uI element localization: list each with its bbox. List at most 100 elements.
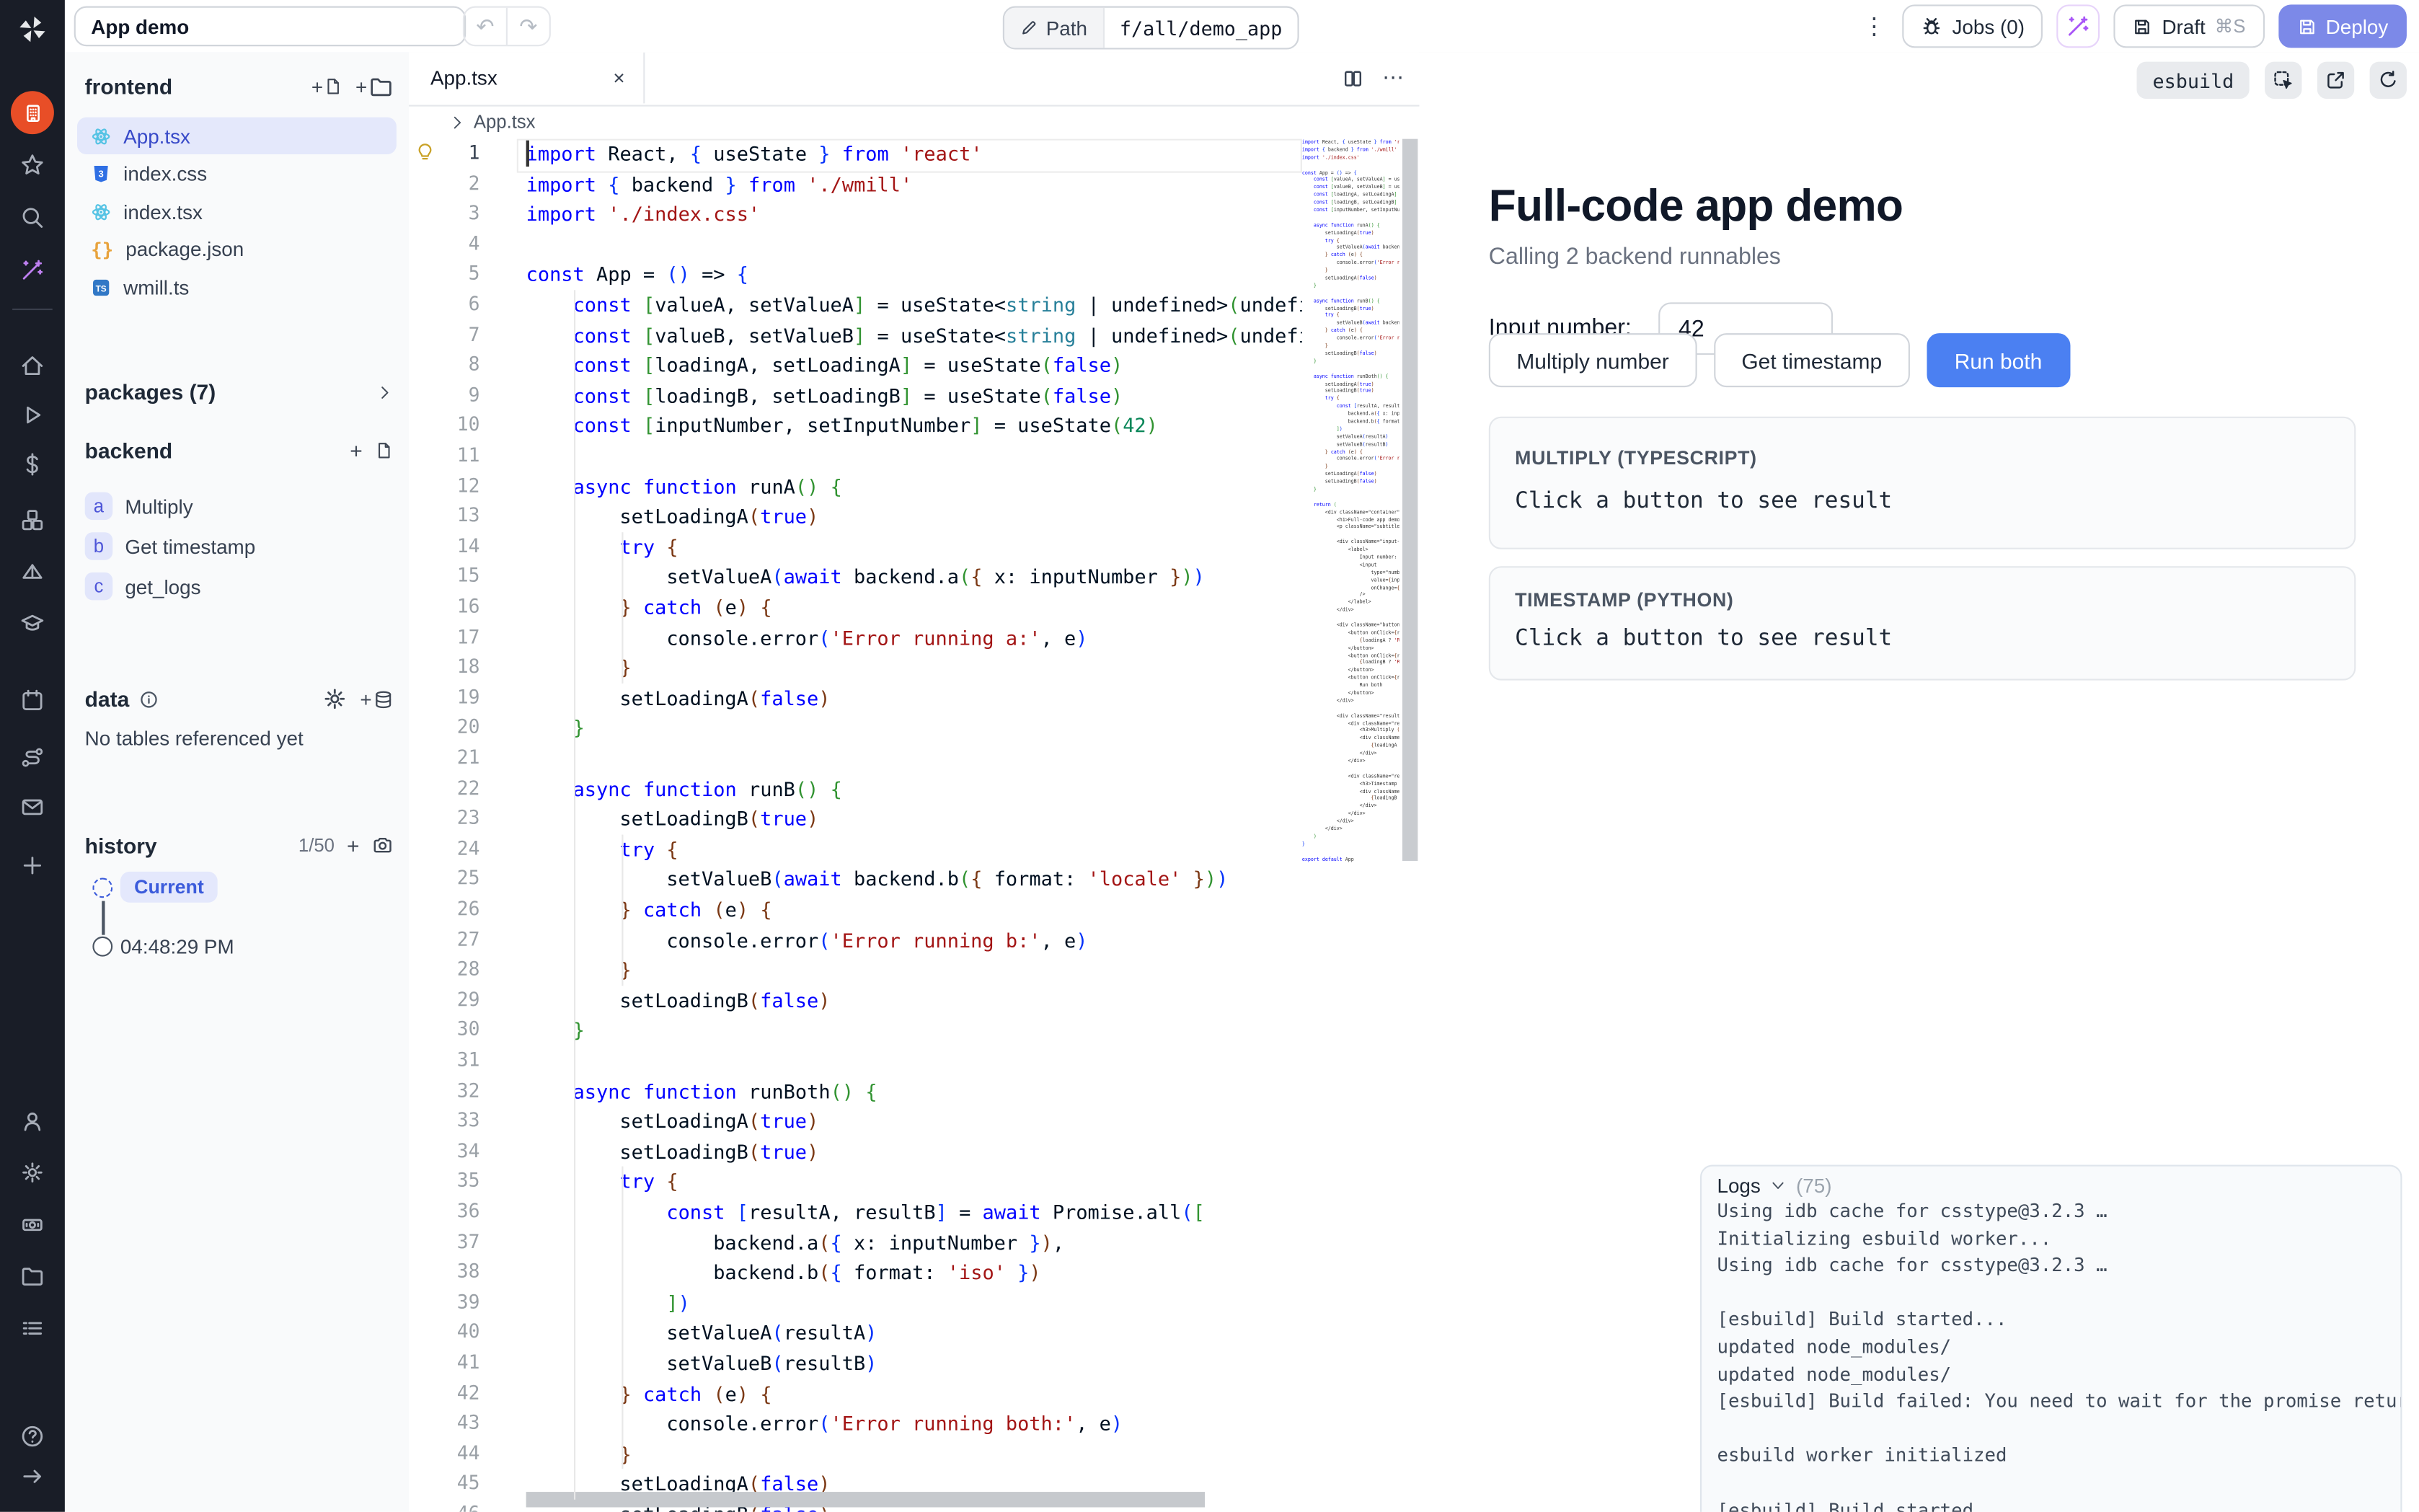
rail-item-help[interactable] <box>0 1424 65 1449</box>
file-item-index.css[interactable]: 3 index.css <box>77 155 397 192</box>
get-timestamp-button[interactable]: Get timestamp <box>1714 333 1910 387</box>
file-item-wmill.ts[interactable]: TSwmill.ts <box>77 268 397 305</box>
rail-item-home[interactable] <box>0 353 65 378</box>
add-table-button[interactable]: + <box>360 687 393 710</box>
rail-item-mail[interactable] <box>0 795 65 819</box>
editor-vertical-scrollbar[interactable] <box>1401 139 1420 1512</box>
rail-item-folder[interactable] <box>0 1263 65 1288</box>
file-item-App.tsx[interactable]: App.tsx <box>77 118 397 154</box>
rail-item-prism[interactable] <box>0 560 65 585</box>
file-name: index.css <box>123 162 207 185</box>
more-menu-button[interactable]: ⋮ <box>1859 14 1889 37</box>
rail-item-search[interactable] <box>0 205 65 230</box>
logs-output[interactable]: Using idb cache for csstype@3.2.3 … Init… <box>1702 1199 2400 1512</box>
path-edit-segment[interactable]: Path <box>1004 8 1105 48</box>
code-line-30: } <box>526 1016 1302 1046</box>
rail-item-list[interactable] <box>0 1316 65 1340</box>
multiply-number-button[interactable]: Multiply number <box>1489 333 1697 387</box>
code-line-16: } catch (e) { <box>526 593 1302 623</box>
left-icon-rail <box>0 0 65 1512</box>
rail-item-workers[interactable] <box>0 1213 65 1237</box>
esbuild-badge: esbuild <box>2137 62 2250 99</box>
rail-item-play[interactable] <box>0 402 65 427</box>
minimap[interactable]: import React, { useState } from 'react'i… <box>1302 139 1399 1512</box>
rail-item-workspace-building[interactable] <box>0 91 65 134</box>
split-view-icon[interactable] <box>1343 67 1364 89</box>
rail-divider <box>12 309 53 310</box>
folder-icon <box>20 1263 45 1288</box>
redo-button[interactable]: ↷ <box>506 8 549 45</box>
history-count: 1/50 <box>298 835 335 857</box>
deploy-button[interactable]: Deploy <box>2278 4 2407 48</box>
rail-item-arrow-right[interactable] <box>0 1464 65 1489</box>
code-area[interactable]: 1234567891011121314151617181920212223242… <box>409 139 1420 1512</box>
file-name: index.tsx <box>123 200 203 223</box>
rail-item-graduation-cap[interactable] <box>0 611 65 635</box>
home-icon <box>20 353 45 378</box>
star-icon <box>20 153 45 177</box>
packages-section[interactable]: packages (7) <box>85 379 394 404</box>
path-control[interactable]: Path f/all/demo_app <box>1003 6 1299 50</box>
external-link-icon <box>2325 69 2347 91</box>
tab-app-tsx[interactable]: App.tsx × <box>409 53 645 104</box>
runnable-badge: c <box>85 572 113 601</box>
add-runnable-button[interactable]: + <box>350 438 363 463</box>
line-number: 4 <box>437 229 480 260</box>
add-folder-button[interactable]: + <box>355 74 394 99</box>
undo-button[interactable]: ↶ <box>464 8 506 45</box>
close-tab-icon[interactable]: × <box>613 66 624 89</box>
ai-wand-button[interactable] <box>2057 4 2100 48</box>
braces-icon: {} <box>91 239 113 260</box>
camera-icon[interactable] <box>372 835 394 857</box>
file-item-index.tsx[interactable]: index.tsx <box>77 193 397 229</box>
draft-button[interactable]: Draft ⌘S <box>2114 4 2264 48</box>
rail-item-magic-wand[interactable] <box>0 257 65 282</box>
inspect-element-button[interactable] <box>2265 62 2301 99</box>
gear-icon[interactable] <box>323 686 348 711</box>
rail-item-gear[interactable] <box>0 1160 65 1185</box>
css-icon: 3 <box>91 164 111 184</box>
history-current-item[interactable]: Current <box>120 872 218 903</box>
open-external-button[interactable] <box>2317 62 2354 99</box>
refresh-preview-button[interactable] <box>2370 62 2407 99</box>
calendar-icon <box>20 688 45 712</box>
line-number: 34 <box>437 1137 480 1167</box>
backend-section-header: backend + <box>85 438 394 463</box>
history-entry-time[interactable]: 04:48:29 PM <box>120 935 234 958</box>
runnable-item-Get timestamp[interactable]: bGet timestamp <box>77 528 397 565</box>
rail-item-calendar[interactable] <box>0 688 65 712</box>
draft-label: Draft <box>2162 14 2205 37</box>
editor-horizontal-scrollbar[interactable] <box>526 1492 1205 1507</box>
timestamp-card-body: Click a button to see result <box>1515 627 2330 651</box>
rail-item-route[interactable] <box>0 745 65 769</box>
lightbulb-icon[interactable] <box>415 142 435 162</box>
runnable-item-Multiply[interactable]: aMultiply <box>77 487 397 524</box>
rail-item-user[interactable] <box>0 1109 65 1133</box>
runnable-name: get_logs <box>125 575 200 598</box>
editor-more-menu[interactable]: ⋯ <box>1382 65 1404 91</box>
workers-icon <box>20 1213 45 1237</box>
rail-item-star[interactable] <box>0 153 65 177</box>
file-name: wmill.ts <box>123 275 189 299</box>
logs-header[interactable]: Logs (75) <box>1702 1167 2400 1199</box>
breadcrumb[interactable]: App.tsx <box>449 111 536 133</box>
rail-item-windmill-logo[interactable] <box>0 14 65 45</box>
runnable-item-get_logs[interactable]: c get_logs <box>77 567 397 604</box>
rail-item-cubes[interactable] <box>0 508 65 532</box>
code-line-15: setValueA(await backend.a({ x: inputNumb… <box>526 562 1302 593</box>
chevron-right-icon <box>449 113 466 131</box>
file-item-package.json[interactable]: {} package.json <box>77 231 397 268</box>
line-number: 18 <box>437 653 480 683</box>
add-snapshot-button[interactable]: + <box>347 833 360 857</box>
rail-item-dollar[interactable] <box>0 452 65 477</box>
rail-item-plus[interactable] <box>0 853 65 877</box>
run-both-button[interactable]: Run both <box>1927 333 2070 387</box>
code-line-24: try { <box>526 834 1302 865</box>
file-name: package.json <box>125 238 244 261</box>
code-line-44: } <box>526 1439 1302 1469</box>
file-icon[interactable] <box>375 441 394 460</box>
add-file-button[interactable]: + <box>311 75 343 98</box>
path-value[interactable]: f/all/demo_app <box>1104 8 1297 48</box>
jobs-button[interactable]: Jobs (0) <box>1903 4 2043 48</box>
app-name-input[interactable] <box>74 6 466 47</box>
